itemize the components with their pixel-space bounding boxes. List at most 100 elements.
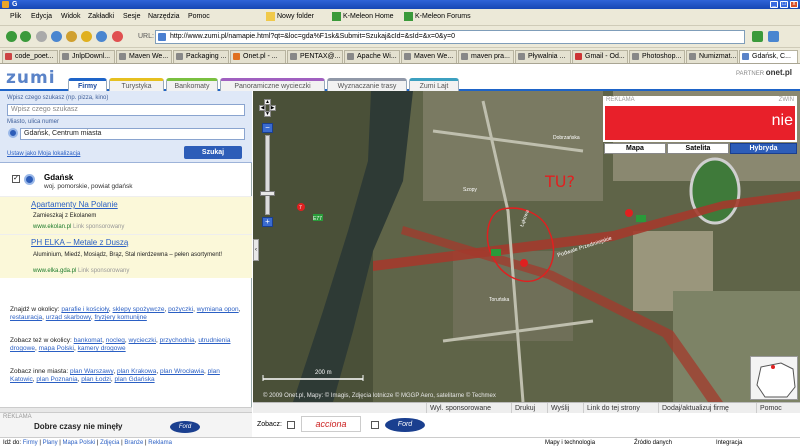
city-link[interactable]: plan Wrocławia	[160, 368, 204, 375]
what-input[interactable]: Wpisz czego szukasz	[7, 104, 245, 116]
pan-down-icon[interactable]: ▼	[264, 111, 271, 117]
city-link[interactable]: plan Łodzi	[81, 376, 111, 383]
browser-tab[interactable]: PENTAX@...	[287, 50, 343, 63]
back-icon[interactable]	[6, 31, 17, 42]
poland-minimap[interactable]	[750, 356, 798, 400]
brand-checkbox[interactable]	[287, 421, 295, 429]
footer-link[interactable]: Branże	[124, 440, 143, 446]
nearby-link[interactable]: wycieczki	[129, 337, 156, 344]
home-icon[interactable]	[66, 31, 77, 42]
zoom-out-icon[interactable]: +	[262, 217, 273, 227]
tab-wyznaczanie-trasy[interactable]: Wyznaczanie trasy	[327, 78, 407, 91]
menu-plik[interactable]: Plik	[10, 13, 21, 20]
browser-tab[interactable]: Maven We...	[401, 50, 457, 63]
search-button[interactable]: Szukaj	[184, 146, 242, 159]
minimize-button[interactable]: _	[770, 1, 778, 8]
map-mode-hybryda[interactable]: Hybryda	[730, 143, 797, 154]
bookmark-kmeleon-forums[interactable]: K-Meleon Forums	[404, 12, 471, 21]
bookmark-kmeleon-home[interactable]: K-Meleon Home	[332, 12, 394, 21]
acciona-logo[interactable]: acciona	[301, 416, 361, 432]
tab-turystyka[interactable]: Turystyka	[109, 78, 164, 91]
search-icon[interactable]	[768, 31, 779, 42]
nearby-link[interactable]: nocleg	[106, 337, 125, 344]
bookmark-star-icon[interactable]	[81, 31, 92, 42]
browser-tab[interactable]: Packaging ...	[173, 50, 229, 63]
zumi-logo[interactable]: zumi	[6, 68, 56, 88]
nearby-link[interactable]: pożyczki	[168, 306, 193, 313]
zoom-slider-track[interactable]	[265, 135, 270, 215]
map-view[interactable]: TU? E77 7 Podwale Przedmiejskie Łąkowa S…	[253, 91, 800, 402]
browser-tab[interactable]: Maven We...	[116, 50, 172, 63]
menu-zakladki[interactable]: Zakładki	[88, 13, 114, 20]
browser-tab[interactable]: Pływalnia ...	[515, 50, 571, 63]
print-icon[interactable]	[96, 31, 107, 42]
ad-title[interactable]: Apartamenty Na Polanie	[31, 200, 118, 209]
ford-ad-text[interactable]: Dobre czasy nie minęły	[34, 422, 122, 431]
browser-tab[interactable]: code_poet...	[2, 50, 58, 63]
bookmark-folder[interactable]: Nowy folder	[266, 12, 314, 21]
browser-tab[interactable]: JnlpDownl...	[59, 50, 115, 63]
city-link[interactable]: plan Warszawy	[70, 368, 113, 375]
browser-tab[interactable]: Gmail - Od...	[572, 50, 628, 63]
menu-sesje[interactable]: Sesje	[123, 13, 141, 20]
nearby-link[interactable]: mapa Polski	[39, 345, 74, 352]
ad-url[interactable]: www.ekolan.pl Link sponsorowany	[33, 224, 124, 230]
browser-tab[interactable]: Numizmat...	[686, 50, 738, 63]
map-mode-mapa[interactable]: Mapa	[604, 143, 666, 154]
browser-tab[interactable]: Apache Wi...	[344, 50, 400, 63]
ford-logo[interactable]: Ford	[170, 421, 200, 433]
nearby-link[interactable]: restauracja	[10, 314, 42, 321]
tab-firmy[interactable]: Firmy	[68, 78, 107, 91]
footer-link[interactable]: Reklama	[148, 440, 172, 446]
footer-link[interactable]: Mapa Polski	[63, 440, 96, 446]
nearby-link[interactable]: urząd skarbowy	[46, 314, 91, 321]
browser-tab[interactable]: Onet.pl - ...	[230, 50, 286, 63]
footer-link[interactable]: Firmy	[23, 440, 38, 446]
collapse-panel-toggle[interactable]: ‹	[253, 239, 259, 261]
maximize-button[interactable]: □	[780, 1, 788, 8]
forward-icon[interactable]	[20, 31, 31, 42]
nearby-link[interactable]: kamery drogowe	[78, 345, 126, 352]
menu-widok[interactable]: Widok	[61, 13, 80, 20]
city-link[interactable]: plan Krakowa	[117, 368, 156, 375]
nearby-link[interactable]: fryzjery komunijne	[94, 314, 146, 321]
ford-logo[interactable]: Ford	[385, 418, 425, 432]
collapse-ad-button[interactable]: ZWIŃ	[779, 97, 794, 103]
nearby-link[interactable]: parafie i kościoły	[61, 306, 109, 313]
url-input[interactable]: http://www.zumi.pl/namapie.html?qt=&loc=…	[155, 30, 745, 44]
search-engine-icon[interactable]	[112, 31, 123, 42]
menu-pomoc[interactable]: Pomoc	[188, 13, 210, 20]
footer-link[interactable]: Zdjęcia	[100, 440, 119, 446]
brand-checkbox[interactable]	[371, 421, 379, 429]
nearby-link[interactable]: bankomat	[74, 337, 103, 344]
map-mode-satelita[interactable]: Satelita	[667, 143, 729, 154]
result-city[interactable]: Gdańsk	[44, 173, 73, 182]
zoom-slider-handle[interactable]	[260, 191, 275, 196]
map-ad-banner[interactable]: nie	[605, 106, 795, 140]
footer-credit: Integracja	[716, 440, 743, 446]
stop-icon[interactable]	[36, 31, 47, 42]
nearby-link[interactable]: przychodnia	[160, 337, 195, 344]
result-checkbox[interactable]: ✓	[12, 175, 20, 183]
set-location-link[interactable]: Ustaw jako Moja lokalizacja	[7, 151, 80, 157]
ad-url[interactable]: www.elka.gda.pl Link sponsorowany	[33, 268, 129, 274]
nearby-link[interactable]: wymiana opon	[197, 306, 239, 313]
browser-tab-active[interactable]: Gdańsk, C...	[739, 50, 798, 63]
city-link[interactable]: plan Poznania	[36, 376, 77, 383]
tab-bankomaty[interactable]: Bankomaty	[166, 78, 218, 91]
reload-icon[interactable]	[51, 31, 62, 42]
zoom-in-icon[interactable]: −	[262, 123, 273, 133]
where-input[interactable]: Gdańsk, Centrum miasta	[20, 128, 245, 140]
browser-tab[interactable]: maven pra...	[458, 50, 514, 63]
nearby-link[interactable]: sklepy spożywcze	[113, 306, 165, 313]
tab-panoramiczne[interactable]: Panoramiczne wycieczki	[220, 78, 325, 91]
go-icon[interactable]	[752, 31, 763, 42]
close-button[interactable]: x	[790, 1, 798, 8]
ad-title[interactable]: PH ELKA – Metale z Duszą	[31, 238, 128, 247]
city-link[interactable]: plan Gdańska	[114, 376, 154, 383]
menu-narzedzia[interactable]: Narzędzia	[148, 13, 180, 20]
menu-edycja[interactable]: Edycja	[31, 13, 52, 20]
browser-tab[interactable]: Photoshop...	[629, 50, 685, 63]
footer-link[interactable]: Plany	[43, 440, 58, 446]
tab-zumi-lajt[interactable]: Zumi Lajt	[409, 78, 459, 91]
